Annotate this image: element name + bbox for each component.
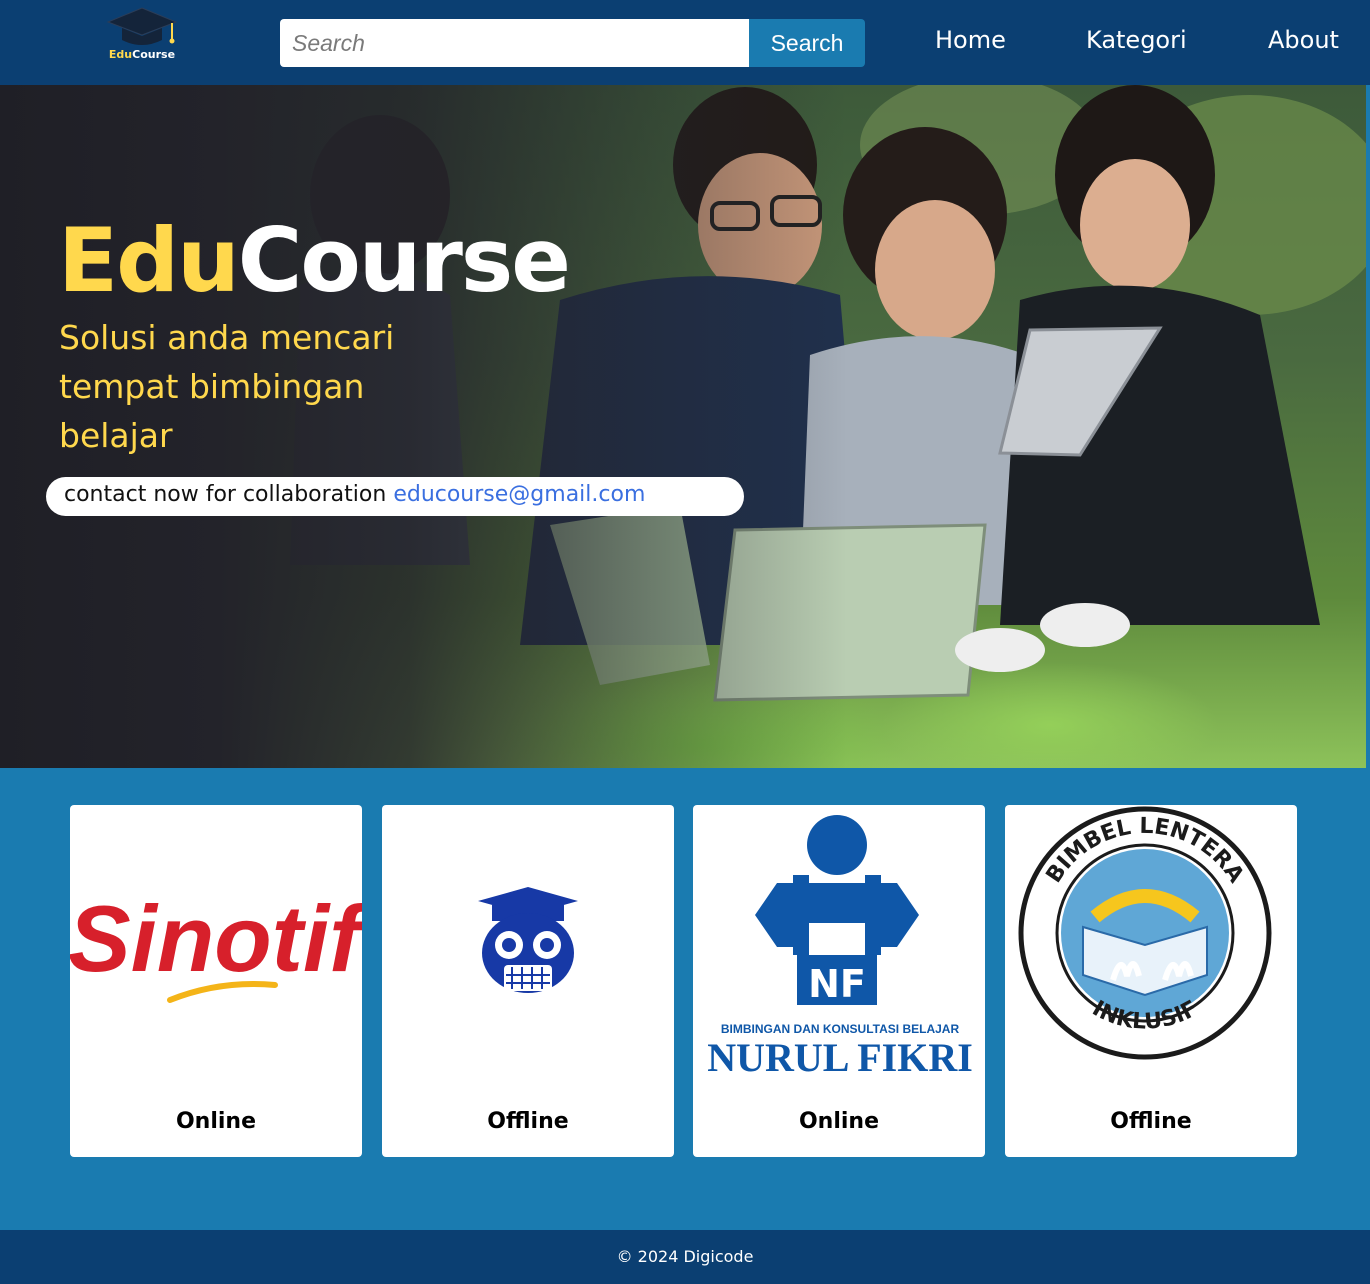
brand-name: EduCourse xyxy=(100,48,184,61)
footer-copyright: © 2024 Digicode xyxy=(616,1247,754,1266)
course-card-bimbel-lentera[interactable]: BIMBEL LENTERA INKLUSIF Offline xyxy=(1005,805,1297,1157)
course-card-owl[interactable]: Offline xyxy=(382,805,674,1157)
hero-subtitle: Solusi anda mencari tempat bimbingan bel… xyxy=(59,318,395,455)
card-mode-label: Offline xyxy=(1110,1109,1192,1134)
sinotif-logo: Sinotif xyxy=(70,886,362,1003)
card-mode-label: Online xyxy=(798,1109,880,1134)
search-input[interactable] xyxy=(280,19,749,67)
graduation-cap-icon xyxy=(106,7,178,45)
brand-name-course: Course xyxy=(132,48,176,61)
nurul-fikri-title: NURUL FIKRI xyxy=(707,1035,973,1075)
sinotif-logo-text: Sinotif xyxy=(70,886,362,991)
card-mode-label: Online xyxy=(175,1109,257,1134)
contact-banner: contact now for collaboration educourse@… xyxy=(46,477,744,516)
nurul-fikri-caption: BIMBINGAN DAN KONSULTASI BELAJAR xyxy=(721,1022,960,1036)
course-card-nurul-fikri[interactable]: NF BIMBINGAN DAN KONSULTASI BELAJAR NURU… xyxy=(693,805,985,1157)
brand-name-edu: Edu xyxy=(108,48,133,61)
footer: © 2024 Digicode xyxy=(0,1230,1370,1284)
nurul-fikri-logo: NF BIMBINGAN DAN KONSULTASI BELAJAR NURU… xyxy=(707,815,973,1075)
nav-link-kategori[interactable]: Kategori xyxy=(1086,26,1187,54)
nav-link-home[interactable]: Home xyxy=(935,26,1006,54)
hero-title-edu: Edu xyxy=(58,209,240,312)
hero-banner: EduCourse Solusi anda mencari tempat bim… xyxy=(0,85,1366,768)
brand-logo[interactable]: EduCourse xyxy=(100,6,184,66)
card-mode-label: Offline xyxy=(487,1109,569,1134)
hero-title: EduCourse xyxy=(58,217,571,305)
contact-text: contact now for collaboration xyxy=(64,482,387,507)
nurul-fikri-mark: NF xyxy=(808,962,866,1006)
owl-graduate-logo xyxy=(478,887,578,993)
navbar: EduCourse Search Home Kategori About xyxy=(0,0,1370,85)
bimbel-lentera-logo: BIMBEL LENTERA INKLUSIF xyxy=(1018,806,1272,1060)
contact-email-link[interactable]: educourse@gmail.com xyxy=(393,482,645,507)
course-card-sinotif[interactable]: Sinotif Online xyxy=(70,805,362,1157)
hero-title-course: Course xyxy=(237,209,571,312)
nav-link-about[interactable]: About xyxy=(1268,26,1339,54)
search-button[interactable]: Search xyxy=(749,19,865,67)
